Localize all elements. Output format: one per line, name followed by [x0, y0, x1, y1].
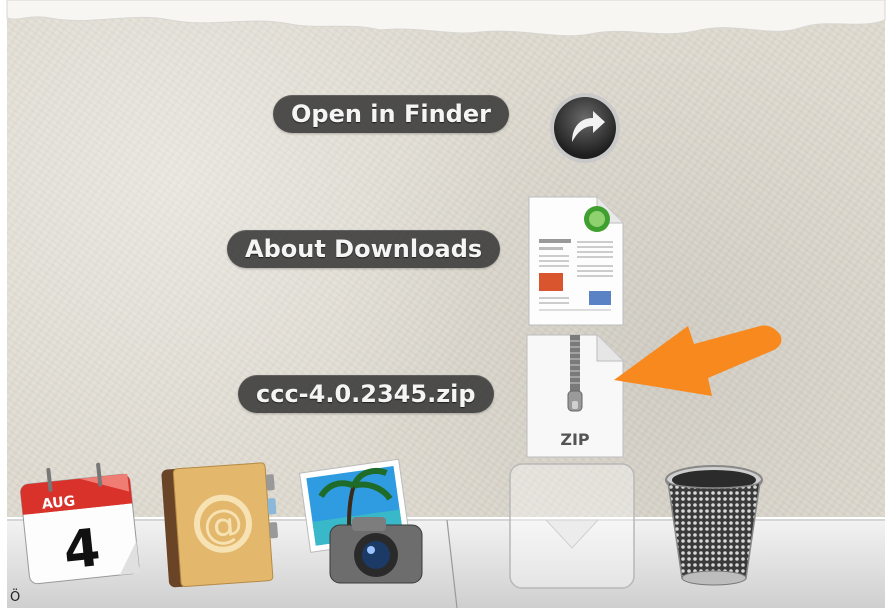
torn-paper-edge	[6, 0, 886, 37]
dock-separator	[446, 520, 458, 608]
downloads-stack-icon[interactable]	[508, 462, 636, 590]
bottom-edge-text: Ö	[10, 590, 21, 605]
document-preview-icon[interactable]	[527, 195, 625, 327]
iphoto-icon[interactable]	[296, 455, 426, 587]
about-downloads-label[interactable]: About Downloads	[227, 230, 501, 268]
svg-text:@: @	[202, 500, 245, 549]
zip-file-label[interactable]: ccc-4.0.2345.zip	[238, 375, 494, 413]
arrow-circle-icon[interactable]	[545, 90, 625, 170]
trash-icon[interactable]	[662, 460, 766, 590]
open-in-finder-button[interactable]: Open in Finder	[273, 95, 509, 133]
address-book-icon[interactable]: @	[157, 458, 282, 590]
calendar-day: 4	[61, 518, 103, 581]
zip-type-text: ZIP	[560, 430, 590, 449]
calendar-icon[interactable]: AUG 4	[14, 457, 144, 587]
orange-arrow-icon	[614, 325, 782, 396]
